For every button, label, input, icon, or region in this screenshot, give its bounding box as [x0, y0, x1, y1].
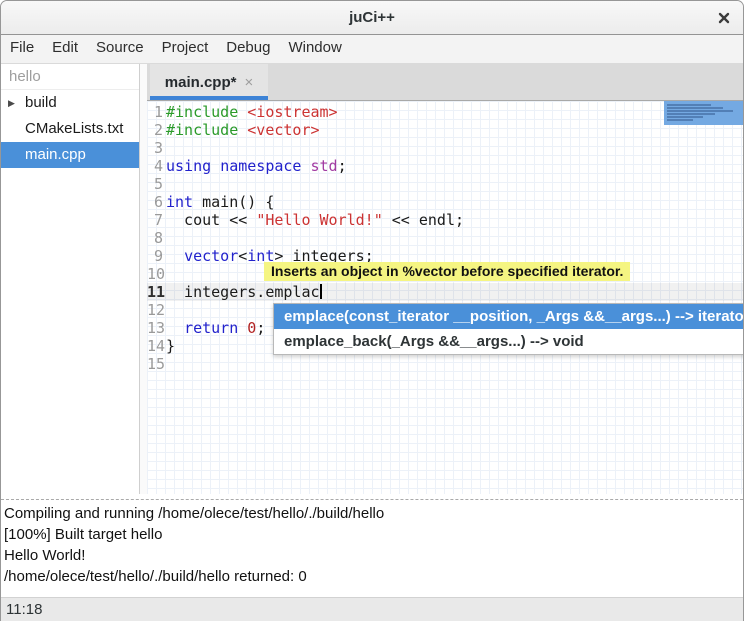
- menu-project[interactable]: Project: [153, 35, 218, 63]
- tab-close-icon[interactable]: ×: [244, 75, 253, 90]
- minimap-line: [667, 119, 693, 121]
- line-code: #include <iostream>: [165, 103, 338, 121]
- line-number: 8: [147, 229, 165, 247]
- line-code: [165, 355, 166, 373]
- autocomplete-item-2[interactable]: emplace_back(_Args &&__args...) --> void: [274, 329, 743, 354]
- file-tree-panel: hello ▶ build CMakeLists.txt main.cpp: [1, 64, 140, 494]
- doc-tooltip: Inserts an object in %vector before spec…: [264, 262, 630, 281]
- line-number: 4: [147, 157, 165, 175]
- line-code: [165, 139, 166, 157]
- line-number: 14: [147, 337, 165, 355]
- cursor-position: 11:18: [1, 601, 42, 618]
- app-window: juCi++ FileEditSourceProjectDebugWindow …: [0, 0, 744, 621]
- code-line-8[interactable]: 8: [147, 229, 743, 247]
- line-number: 9: [147, 247, 165, 265]
- project-name: hello: [1, 64, 139, 90]
- code-line-1[interactable]: 1#include <iostream>: [147, 103, 743, 121]
- line-code: #include <vector>: [165, 121, 320, 139]
- autocomplete-item-1[interactable]: emplace(const_iterator __position, _Args…: [274, 304, 743, 329]
- menu-window[interactable]: Window: [279, 35, 350, 63]
- file-tree: ▶ build CMakeLists.txt main.cpp: [1, 90, 139, 168]
- window-close-icon[interactable]: [716, 10, 732, 26]
- line-code: cout << "Hello World!" << endl;: [165, 211, 464, 229]
- line-code: [165, 265, 166, 283]
- tree-item-label: build: [25, 94, 57, 111]
- line-number: 5: [147, 175, 165, 193]
- code-line-11[interactable]: 11 integers.emplac: [147, 283, 743, 301]
- tree-item-label: CMakeLists.txt: [25, 120, 123, 137]
- terminal-output[interactable]: Compiling and running /home/olece/test/h…: [1, 500, 743, 597]
- status-bar: 11:18: [1, 597, 743, 621]
- code-line-7[interactable]: 7 cout << "Hello World!" << endl;: [147, 211, 743, 229]
- line-number: 13: [147, 319, 165, 337]
- line-code: int main() {: [165, 193, 274, 211]
- menu-file[interactable]: File: [1, 35, 43, 63]
- menu-source[interactable]: Source: [87, 35, 153, 63]
- terminal-line-3: Hello World!: [4, 545, 743, 566]
- main-area: hello ▶ build CMakeLists.txt main.cpp main.…: [1, 64, 743, 494]
- text-cursor: [320, 284, 322, 299]
- menu-debug[interactable]: Debug: [217, 35, 279, 63]
- tab-main-cpp[interactable]: main.cpp* ×: [150, 64, 268, 100]
- code-line-5[interactable]: 5: [147, 175, 743, 193]
- tree-item-main-cpp[interactable]: main.cpp: [1, 142, 139, 168]
- terminal-line-4: /home/olece/test/hello/./build/hello ret…: [4, 566, 743, 587]
- code-minimap: [664, 101, 743, 125]
- minimap-line: [667, 104, 711, 106]
- line-code: [165, 229, 166, 247]
- code-line-2[interactable]: 2#include <vector>: [147, 121, 743, 139]
- line-number: 11: [147, 283, 165, 301]
- pane-divider[interactable]: [140, 64, 147, 494]
- line-code: using namespace std;: [165, 157, 347, 175]
- line-number: 6: [147, 193, 165, 211]
- line-number: 15: [147, 355, 165, 373]
- minimap-line: [667, 116, 703, 118]
- tab-bar: main.cpp* ×: [147, 64, 743, 101]
- code-line-3[interactable]: 3: [147, 139, 743, 157]
- line-code: return 0;: [165, 319, 265, 337]
- tab-label: main.cpp*: [165, 74, 237, 91]
- window-title: juCi++: [349, 9, 395, 26]
- tree-item-label: main.cpp: [25, 146, 86, 163]
- editor-pane: main.cpp* × 1#include <iostream>2#includ…: [147, 64, 743, 494]
- expander-icon[interactable]: ▶: [8, 90, 15, 116]
- terminal-line-1: Compiling and running /home/olece/test/h…: [4, 503, 743, 524]
- terminal-line-2: [100%] Built target hello: [4, 524, 743, 545]
- line-number: 1: [147, 103, 165, 121]
- code-line-4[interactable]: 4using namespace std;: [147, 157, 743, 175]
- autocomplete-popup: emplace(const_iterator __position, _Args…: [273, 303, 743, 355]
- menu-edit[interactable]: Edit: [43, 35, 87, 63]
- code-line-6[interactable]: 6int main() {: [147, 193, 743, 211]
- line-code: integers.emplac: [165, 283, 322, 301]
- code-editor[interactable]: 1#include <iostream>2#include <vector>34…: [147, 101, 743, 494]
- line-code: [165, 175, 166, 193]
- line-number: 2: [147, 121, 165, 139]
- line-number: 7: [147, 211, 165, 229]
- tree-item-cmakelists-txt[interactable]: CMakeLists.txt: [1, 116, 139, 142]
- line-number: 3: [147, 139, 165, 157]
- titlebar[interactable]: juCi++: [1, 1, 743, 35]
- minimap-line: [667, 110, 733, 112]
- tree-item-build[interactable]: ▶ build: [1, 90, 139, 116]
- minimap-line: [667, 113, 715, 115]
- line-code: }: [165, 337, 175, 355]
- line-number: 12: [147, 301, 165, 319]
- menubar: FileEditSourceProjectDebugWindow: [1, 35, 743, 64]
- line-number: 10: [147, 265, 165, 283]
- line-code: [165, 301, 166, 319]
- code-line-15[interactable]: 15: [147, 355, 743, 373]
- minimap-line: [667, 107, 723, 109]
